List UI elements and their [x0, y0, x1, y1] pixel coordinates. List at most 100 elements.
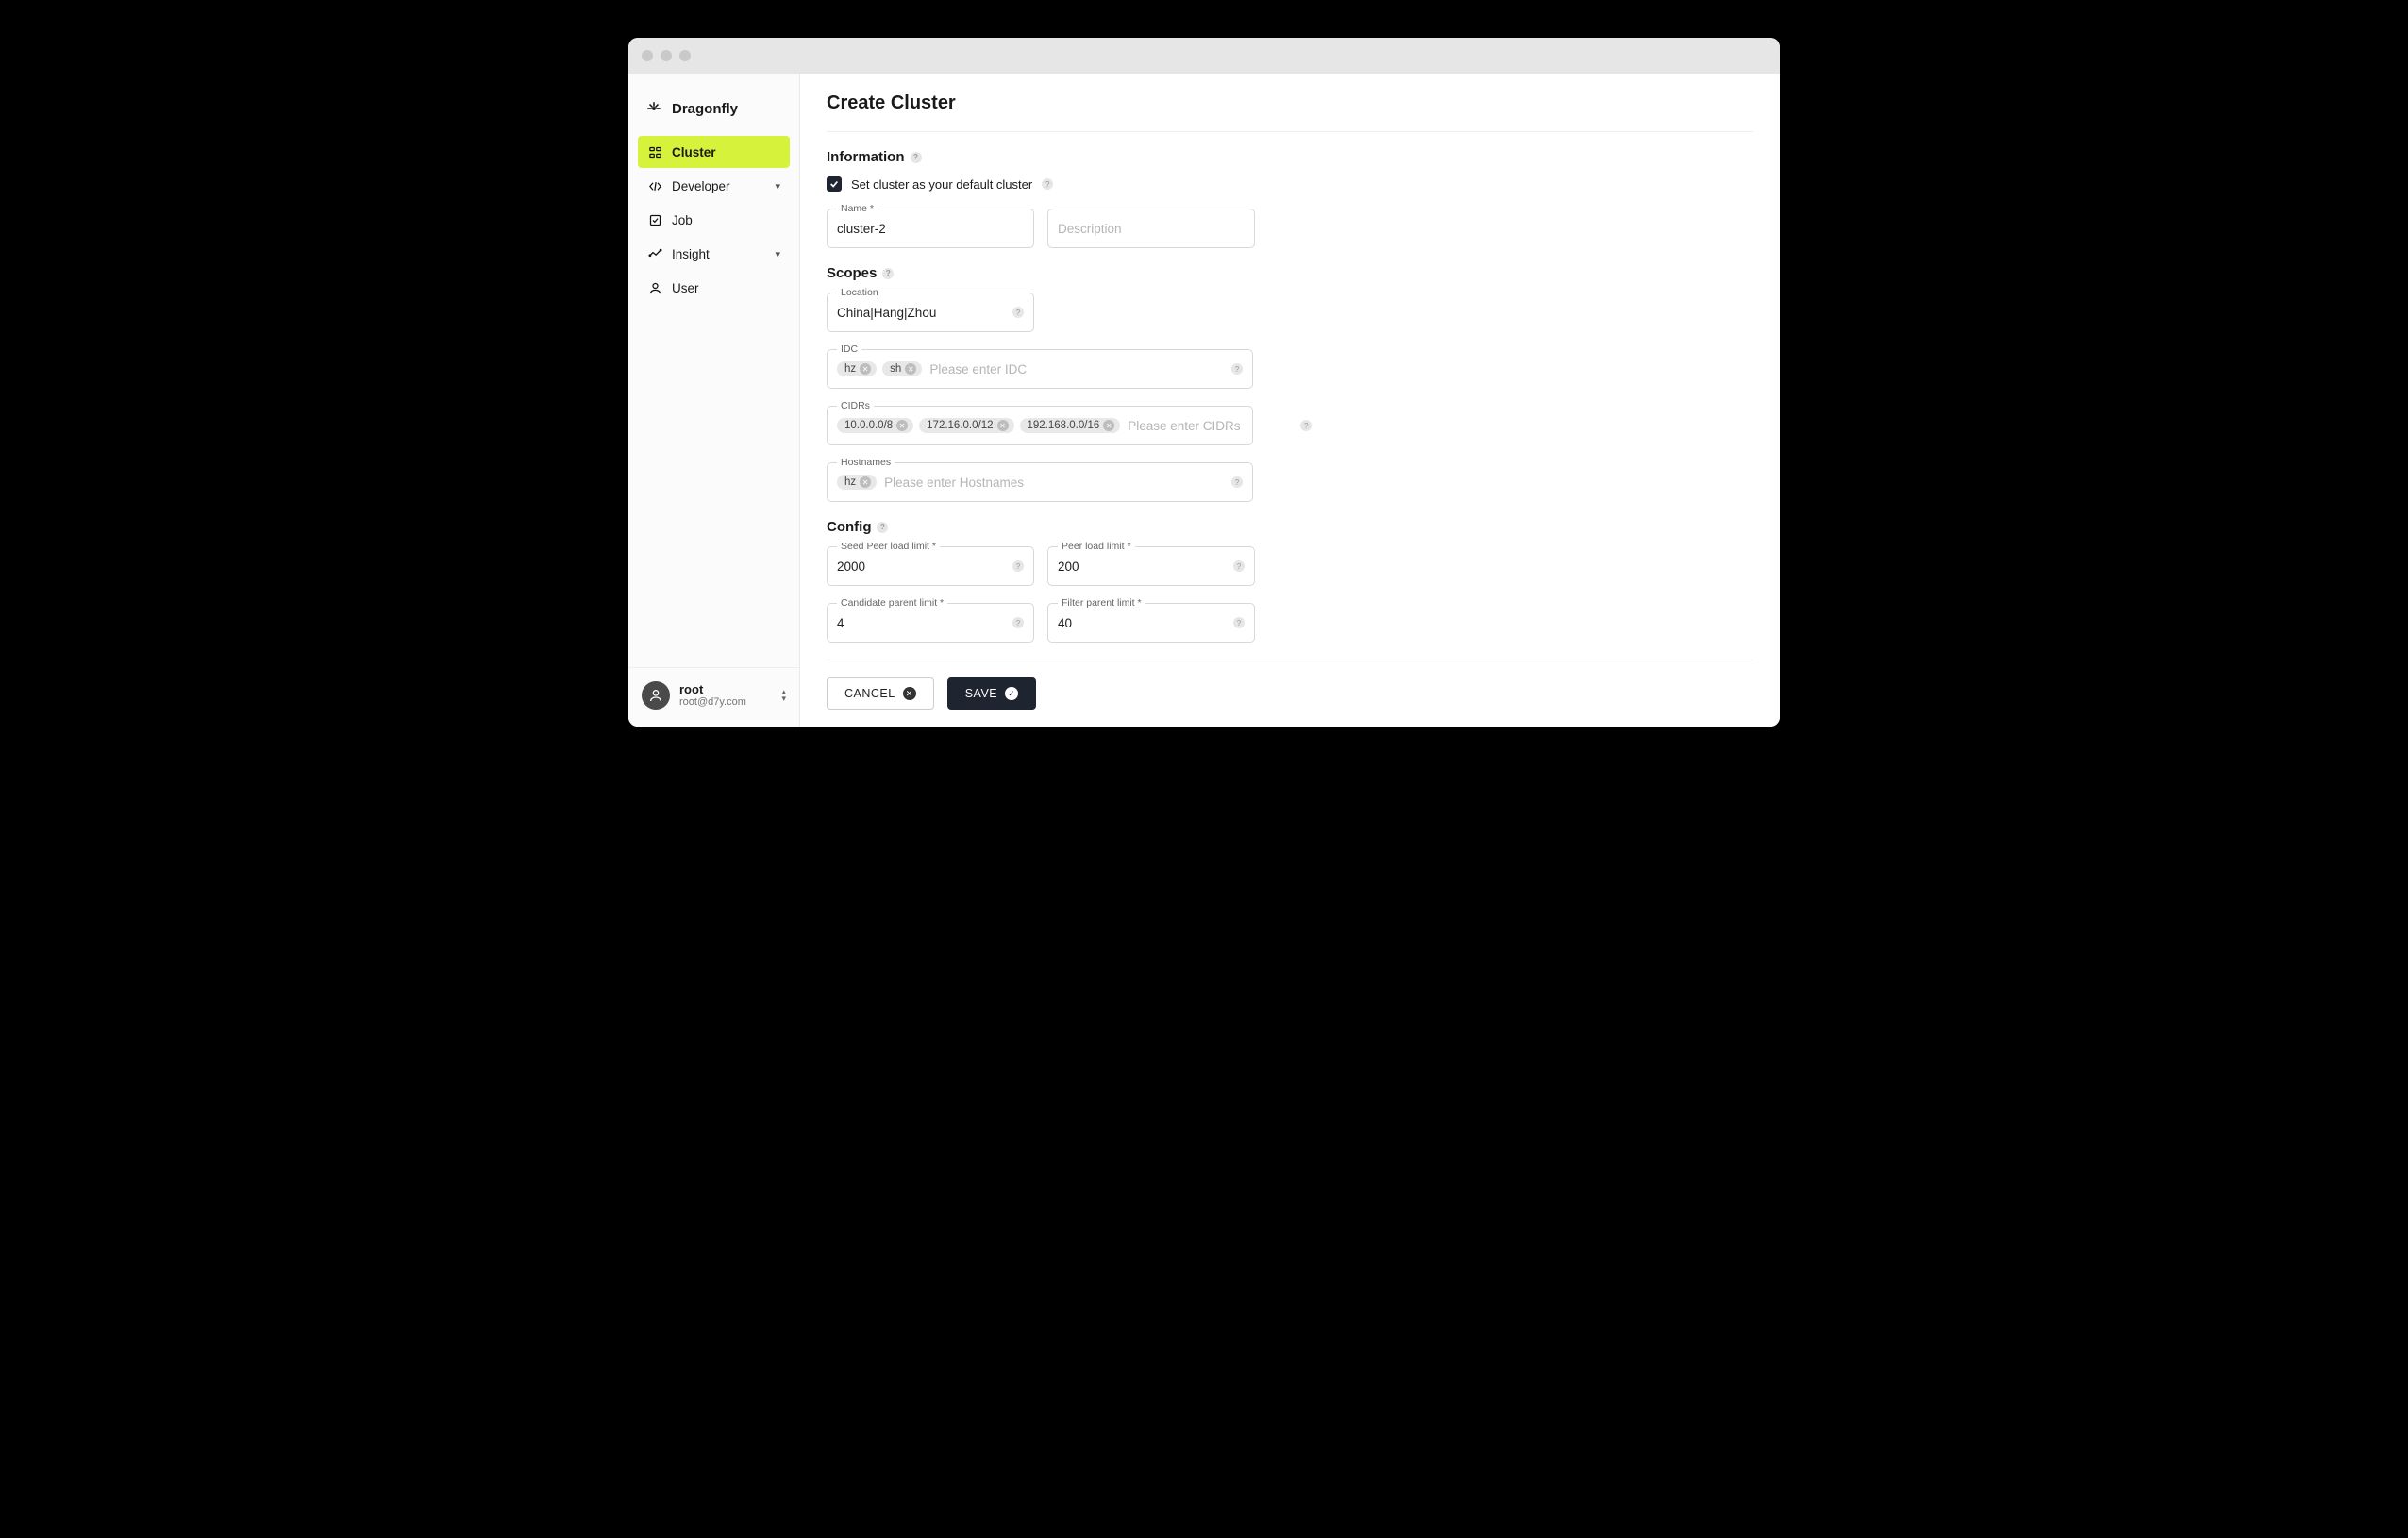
chevron-down-icon: ▾	[775, 248, 780, 260]
help-icon[interactable]: ?	[877, 522, 888, 533]
chip-remove-icon[interactable]: ✕	[860, 476, 871, 488]
idc-chip[interactable]: hz✕	[837, 361, 877, 376]
window-minimize-dot[interactable]	[661, 50, 672, 61]
sidebar-item-job[interactable]: Job	[638, 204, 790, 236]
sidebar-item-label: Developer	[672, 179, 730, 193]
cidr-chip[interactable]: 192.168.0.0/16✕	[1020, 418, 1121, 433]
user-meta: root root@d7y.com	[679, 682, 746, 710]
help-icon[interactable]: ?	[1012, 307, 1024, 318]
chip-remove-icon[interactable]: ✕	[1103, 420, 1114, 431]
chip-remove-icon[interactable]: ✕	[896, 420, 908, 431]
insight-icon	[647, 246, 662, 261]
form-actions: CANCEL ✕ SAVE ✓	[827, 677, 1753, 710]
filter-parent-limit-label: Filter parent limit *	[1058, 597, 1145, 609]
avatar	[642, 681, 670, 710]
sidebar-item-label: Job	[672, 213, 693, 227]
help-icon[interactable]: ?	[1231, 363, 1243, 375]
page-title: Create Cluster	[827, 92, 1753, 132]
hostnames-field[interactable]: Hostnames hz✕ ?	[827, 462, 1253, 502]
hostnames-input[interactable]	[884, 476, 1226, 490]
idc-input[interactable]	[929, 362, 1226, 376]
location-input[interactable]	[837, 306, 1007, 320]
cidr-chip[interactable]: 10.0.0.0/8✕	[837, 418, 913, 433]
section-title-config: Config ?	[827, 519, 1753, 535]
user-email: root@d7y.com	[679, 696, 746, 709]
seed-peer-load-limit-label: Seed Peer load limit *	[837, 541, 940, 552]
close-icon: ✕	[903, 687, 916, 700]
user-icon	[647, 280, 662, 295]
description-input[interactable]	[1058, 222, 1245, 236]
brand: Dragonfly	[628, 91, 799, 136]
help-icon[interactable]: ?	[1042, 178, 1053, 190]
cancel-button[interactable]: CANCEL ✕	[827, 677, 934, 710]
user-menu-toggle-icon[interactable]: ▴▾	[781, 689, 786, 702]
user-name: root	[679, 682, 746, 697]
sidebar-item-label: Insight	[672, 247, 710, 261]
name-field-label: Name *	[837, 203, 878, 214]
cidrs-input[interactable]	[1128, 419, 1295, 433]
help-icon[interactable]: ?	[911, 152, 922, 163]
window-titlebar	[628, 38, 1780, 74]
seed-peer-load-limit-field[interactable]: Seed Peer load limit * ?	[827, 546, 1034, 586]
chip-remove-icon[interactable]: ✕	[997, 420, 1009, 431]
main-content: Create Cluster Information ? Set cluster…	[800, 74, 1780, 727]
brand-name: Dragonfly	[672, 101, 738, 117]
window-maximize-dot[interactable]	[679, 50, 691, 61]
location-field[interactable]: Location ?	[827, 293, 1034, 332]
cluster-icon	[647, 144, 662, 159]
location-field-label: Location	[837, 287, 882, 298]
chip-remove-icon[interactable]: ✕	[860, 363, 871, 375]
peer-load-limit-input[interactable]	[1058, 560, 1228, 574]
seed-peer-load-limit-input[interactable]	[837, 560, 1007, 574]
name-field[interactable]: Name *	[827, 209, 1034, 248]
sidebar-item-developer[interactable]: Developer ▾	[638, 170, 790, 202]
filter-parent-limit-field[interactable]: Filter parent limit * ?	[1047, 603, 1255, 643]
help-icon[interactable]: ?	[1233, 560, 1245, 572]
hostnames-field-label: Hostnames	[837, 457, 895, 468]
chevron-down-icon: ▾	[775, 180, 780, 192]
help-icon[interactable]: ?	[1233, 617, 1245, 628]
help-icon[interactable]: ?	[1231, 476, 1243, 488]
help-icon[interactable]: ?	[1300, 420, 1312, 431]
app-window: Dragonfly Cluster	[628, 38, 1780, 727]
cidrs-field-label: CIDRs	[837, 400, 874, 411]
user-footer[interactable]: root root@d7y.com ▴▾	[628, 667, 799, 727]
description-field[interactable]	[1047, 209, 1255, 248]
chip-remove-icon[interactable]: ✕	[905, 363, 916, 375]
idc-field[interactable]: IDC hz✕ sh✕ ?	[827, 349, 1253, 389]
peer-load-limit-field[interactable]: Peer load limit * ?	[1047, 546, 1255, 586]
idc-field-label: IDC	[837, 343, 861, 355]
sidebar-item-user[interactable]: User	[638, 272, 790, 304]
sidebar-item-label: User	[672, 281, 699, 295]
sidebar: Dragonfly Cluster	[628, 74, 800, 727]
window-close-dot[interactable]	[642, 50, 653, 61]
idc-chips: hz✕ sh✕	[837, 361, 922, 376]
candidate-parent-limit-input[interactable]	[837, 616, 1007, 630]
cidr-chip[interactable]: 172.16.0.0/12✕	[919, 418, 1013, 433]
help-icon[interactable]: ?	[882, 268, 894, 279]
cidrs-field[interactable]: CIDRs 10.0.0.0/8✕ 172.16.0.0/12✕ 192.168…	[827, 406, 1253, 445]
sidebar-item-cluster[interactable]: Cluster	[638, 136, 790, 168]
help-icon[interactable]: ?	[1012, 617, 1024, 628]
candidate-parent-limit-label: Candidate parent limit *	[837, 597, 947, 609]
check-icon: ✓	[1005, 687, 1018, 700]
sidebar-nav: Cluster Developer ▾	[628, 136, 799, 304]
default-cluster-checkbox-row[interactable]: Set cluster as your default cluster ?	[827, 176, 1753, 192]
hostname-chip[interactable]: hz✕	[837, 475, 877, 490]
app-body: Dragonfly Cluster	[628, 74, 1780, 727]
code-icon	[647, 178, 662, 193]
sidebar-item-insight[interactable]: Insight ▾	[638, 238, 790, 270]
save-button[interactable]: SAVE ✓	[947, 677, 1036, 710]
idc-chip[interactable]: sh✕	[882, 361, 922, 376]
hostnames-chips: hz✕	[837, 475, 877, 490]
default-cluster-checkbox[interactable]	[827, 176, 842, 192]
sidebar-item-label: Cluster	[672, 145, 716, 159]
peer-load-limit-label: Peer load limit *	[1058, 541, 1135, 552]
section-title-scopes: Scopes ?	[827, 265, 1753, 281]
cidrs-chips: 10.0.0.0/8✕ 172.16.0.0/12✕ 192.168.0.0/1…	[837, 418, 1120, 433]
help-icon[interactable]: ?	[1012, 560, 1024, 572]
candidate-parent-limit-field[interactable]: Candidate parent limit * ?	[827, 603, 1034, 643]
name-input[interactable]	[837, 222, 1024, 236]
job-icon	[647, 212, 662, 227]
filter-parent-limit-input[interactable]	[1058, 616, 1228, 630]
